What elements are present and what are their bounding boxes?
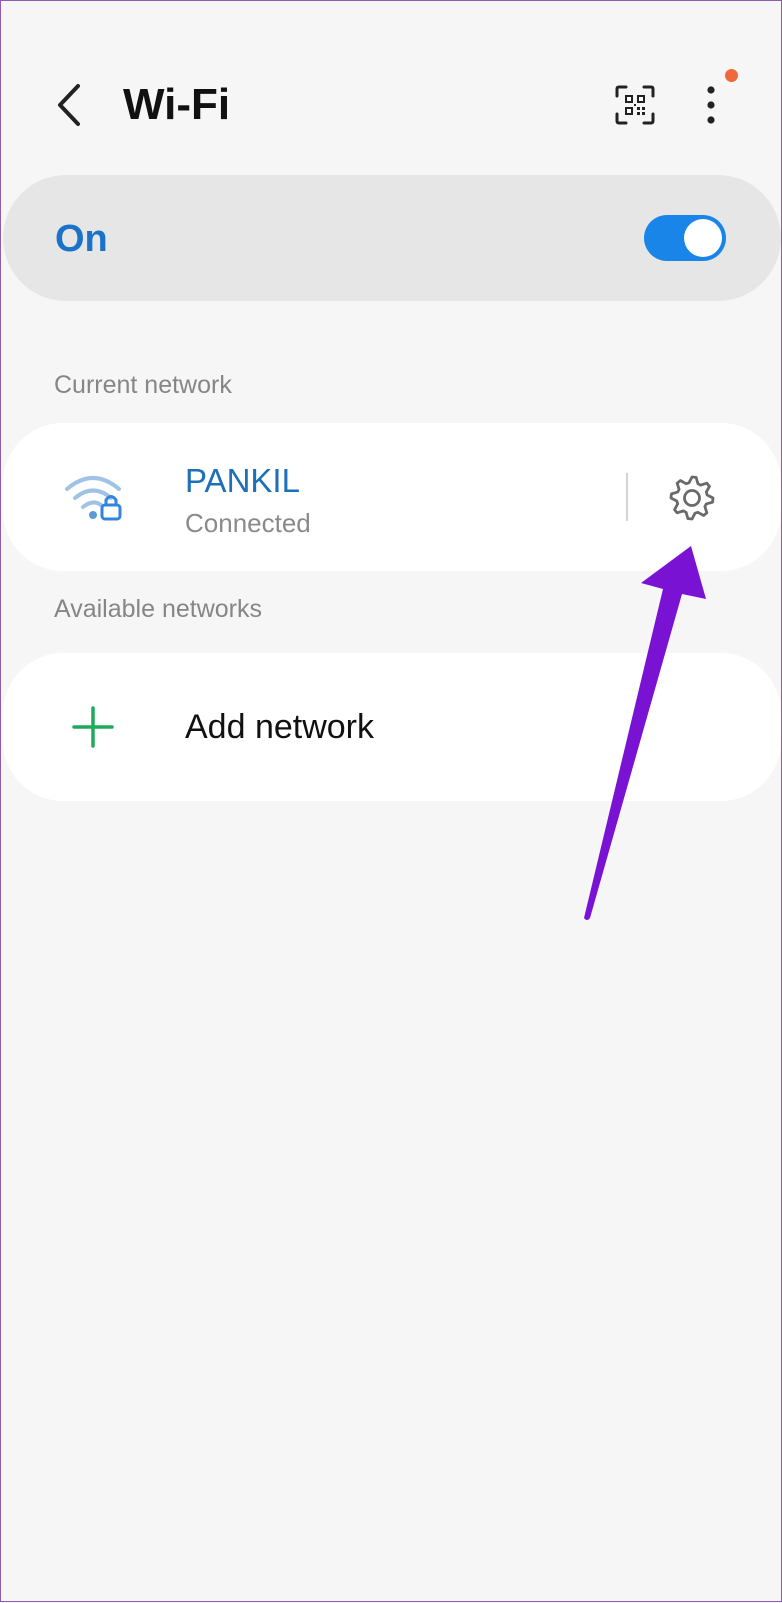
app-header: Wi-Fi [1,1,782,201]
divider [626,473,628,521]
more-vertical-icon [707,86,715,124]
plus-icon [72,706,114,748]
back-button[interactable] [49,77,89,133]
qr-scan-button[interactable] [611,81,659,129]
network-name: PANKIL [185,462,300,499]
current-network-item[interactable]: PANKIL Connected [3,423,781,571]
wifi-state-label: On [55,218,108,260]
page-title: Wi-Fi [123,80,231,129]
chevron-left-icon [58,84,80,126]
gear-icon [669,475,715,521]
available-networks-heading: Available networks [54,595,262,623]
network-status: Connected [185,508,311,538]
current-network-heading: Current network [54,371,232,399]
qr-code-scan-icon [615,85,655,125]
switch-knob [684,219,722,257]
more-options-button[interactable] [691,81,731,129]
network-settings-button[interactable] [663,469,721,527]
notification-dot [725,69,738,82]
wifi-lock-icon [65,476,122,521]
add-network-label: Add network [185,708,374,746]
add-network-item[interactable]: Add network [3,653,781,801]
wifi-toggle-row[interactable]: On [3,175,781,301]
wifi-switch[interactable] [644,215,726,261]
